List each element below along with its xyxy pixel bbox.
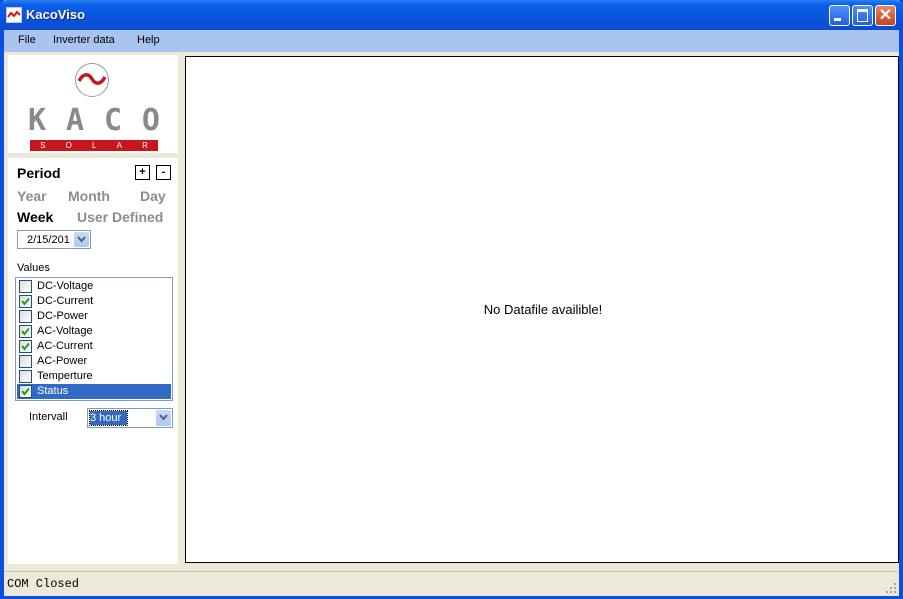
checkbox[interactable] <box>19 295 32 308</box>
interval-value: 3 hour <box>88 410 129 426</box>
no-data-message: No Datafile availible! <box>483 302 603 317</box>
values-checklist[interactable]: DC-Voltage DC-Current DC-Power AC-Voltage AC… <box>15 277 173 401</box>
chevron-down-icon <box>77 236 86 243</box>
interval-label: Intervall <box>29 411 68 423</box>
app-window: KacoViso ✕ File Inverter data Help K A C… <box>0 0 903 599</box>
values-list-item[interactable]: AC-Current <box>17 339 171 354</box>
logo-letter: A <box>65 103 85 138</box>
period-day[interactable]: Day <box>140 188 166 204</box>
period-minus-button[interactable]: - <box>156 165 171 180</box>
checkmark-icon <box>21 342 30 351</box>
values-item-label: DC-Current <box>37 295 94 307</box>
interval-select[interactable]: 3 hour <box>87 408 173 428</box>
interval-dropdown-button[interactable] <box>156 410 171 426</box>
values-item-label: Status <box>37 385 69 397</box>
minimize-button[interactable] <box>829 5 850 26</box>
app-icon <box>6 7 22 23</box>
values-label: Values <box>17 262 50 274</box>
date-picker[interactable]: 2/15/201 <box>17 230 91 249</box>
period-plus-button[interactable]: + <box>135 165 150 180</box>
checkmark-icon <box>21 387 30 396</box>
main-panel: No Datafile availible! <box>181 55 899 564</box>
logo-letter: C <box>103 103 122 138</box>
kaco-logo: K A C O S O L A R <box>28 59 160 151</box>
values-item-label: DC-Power <box>37 310 88 322</box>
logo-letter: O <box>141 103 160 138</box>
checkbox[interactable] <box>19 280 32 293</box>
checkbox[interactable] <box>19 325 32 338</box>
values-list-item[interactable]: AC-Power <box>17 354 171 369</box>
title-bar[interactable]: KacoViso ✕ <box>0 0 903 30</box>
period-month[interactable]: Month <box>68 188 110 204</box>
menu-inverter-data[interactable]: Inverter data <box>53 34 115 46</box>
period-title: Period <box>17 165 61 181</box>
values-list-item[interactable]: AC-Voltage <box>17 324 171 339</box>
checkbox[interactable] <box>19 385 32 398</box>
values-list-item[interactable]: DC-Power <box>17 309 171 324</box>
period-user-defined[interactable]: User Defined <box>77 209 163 225</box>
values-item-label: AC-Power <box>37 355 88 367</box>
logo-sub-letter: O <box>65 141 72 150</box>
values-item-label: Temperture <box>37 370 93 382</box>
resize-grip-icon[interactable] <box>885 582 897 594</box>
close-icon: ✕ <box>878 7 893 24</box>
menu-bar: File Inverter data Help <box>4 30 899 52</box>
logo-letter: K <box>28 103 47 138</box>
values-list-item[interactable]: DC-Voltage <box>17 279 171 294</box>
date-dropdown-button[interactable] <box>74 232 89 247</box>
logo-letters: K A C O <box>28 103 160 138</box>
values-list-item[interactable]: DC-Current <box>17 294 171 309</box>
logo-solar-bar: S O L A R <box>30 140 158 151</box>
values-list-item[interactable]: Status <box>17 384 171 399</box>
menu-help[interactable]: Help <box>137 34 160 46</box>
close-button[interactable]: ✕ <box>875 5 896 26</box>
chart-area: No Datafile availible! <box>185 56 899 563</box>
chevron-down-icon <box>159 414 168 421</box>
checkbox[interactable] <box>19 340 32 353</box>
period-year[interactable]: Year <box>17 188 47 204</box>
checkbox[interactable] <box>19 310 32 323</box>
checkmark-icon <box>21 327 30 336</box>
checkbox[interactable] <box>19 355 32 368</box>
maximize-button[interactable] <box>852 5 873 26</box>
window-title: KacoViso <box>26 7 86 22</box>
values-item-label: AC-Current <box>37 340 93 352</box>
period-week[interactable]: Week <box>17 209 53 225</box>
logo-sub-letter: L <box>91 141 97 150</box>
divider <box>8 153 178 158</box>
menu-file[interactable]: File <box>18 34 36 46</box>
values-item-label: DC-Voltage <box>37 280 94 292</box>
status-bar: COM Closed <box>4 571 899 596</box>
logo-sub-letter: A <box>116 141 122 150</box>
checkbox[interactable] <box>19 370 32 383</box>
values-list-item[interactable]: Temperture <box>17 369 171 384</box>
logo-circle-icon <box>75 63 109 97</box>
logo-sub-letter: R <box>142 141 148 150</box>
checkmark-icon <box>21 297 30 306</box>
values-item-label: AC-Voltage <box>37 325 93 337</box>
status-text: COM Closed <box>7 577 80 591</box>
logo-sub-letter: S <box>40 141 46 150</box>
date-value: 2/15/201 <box>27 234 70 246</box>
